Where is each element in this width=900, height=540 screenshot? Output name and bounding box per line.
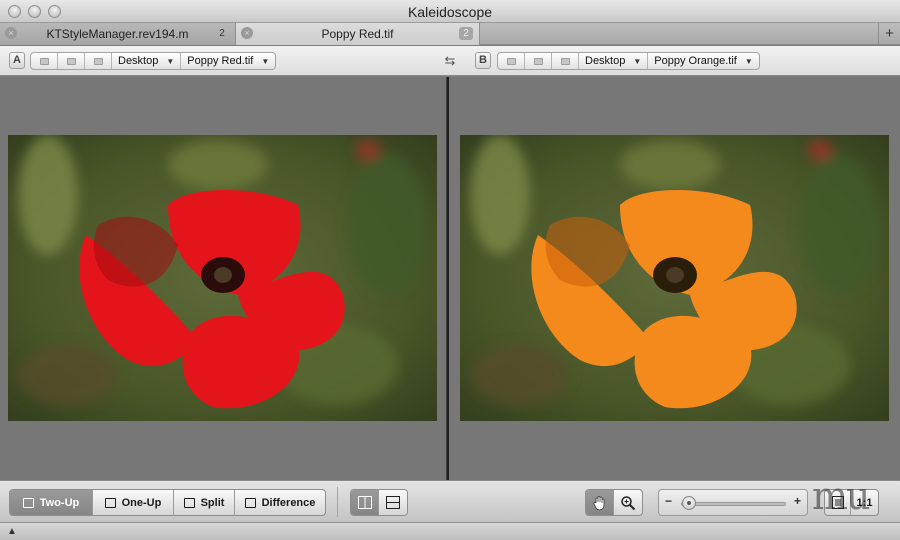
toolbar-separator — [337, 487, 338, 517]
breadcrumb-folder-icon[interactable] — [85, 53, 112, 69]
watermark-logo: mu — [812, 474, 870, 518]
right-image — [460, 135, 889, 421]
button-label: One-Up — [121, 496, 162, 509]
breadcrumb-folder-icon[interactable] — [58, 53, 85, 69]
split-icon — [183, 497, 195, 508]
left-image-pane[interactable] — [0, 77, 446, 480]
difference-button[interactable]: Difference — [235, 490, 325, 515]
status-bar: ▲ — [0, 522, 900, 540]
breadcrumb-label: Desktop — [118, 55, 159, 67]
tab-bar: × KTStyleManager.rev194.m 2 × Poppy Red.… — [0, 23, 900, 45]
breadcrumb-folder-icon[interactable] — [498, 53, 525, 69]
zoom-out-icon[interactable]: − — [665, 494, 672, 508]
two-up-icon — [22, 497, 34, 508]
tab-count-badge: 2 — [459, 27, 473, 40]
difference-icon — [244, 497, 256, 508]
tool-segmented-control — [585, 489, 643, 516]
zoom-slider-control: − + — [658, 489, 808, 516]
side-a-label: A — [9, 52, 25, 69]
add-tab-button[interactable]: + — [878, 23, 900, 45]
layout-segmented-control — [350, 489, 408, 516]
zoom-slider-knob[interactable] — [682, 496, 697, 510]
swap-sides-icon[interactable]: ⇆ — [440, 53, 460, 69]
breadcrumb-folder-icon[interactable] — [525, 53, 552, 69]
stacked-icon — [386, 496, 400, 509]
breadcrumb-folder-icon[interactable] — [31, 53, 58, 69]
path-bar: A Desktop ▼ Poppy Red.tif ▼ ⇆ B Desktop ▼ P… — [0, 46, 900, 76]
tab-count-badge: 2 — [219, 28, 225, 39]
tab-label: Poppy Red.tif — [321, 27, 394, 41]
tab-poppy-red[interactable]: × Poppy Red.tif 2 — [236, 23, 480, 45]
right-image-pane[interactable] — [449, 77, 900, 480]
popup-arrow-icon: ▼ — [261, 56, 270, 66]
zoom-in-icon[interactable]: + — [794, 494, 801, 508]
zoom-tool-button[interactable] — [614, 490, 642, 515]
left-image — [8, 135, 437, 421]
expand-arrow-icon[interactable]: ▲ — [7, 526, 17, 537]
button-label: Difference — [261, 496, 316, 509]
popup-arrow-icon: ▼ — [633, 56, 642, 66]
breadcrumb-label: Poppy Orange.tif — [654, 55, 737, 67]
split-button[interactable]: Split — [174, 490, 235, 515]
stacked-layout-button[interactable] — [379, 490, 407, 515]
one-up-icon — [104, 497, 116, 508]
left-breadcrumb: Desktop ▼ Poppy Red.tif ▼ — [30, 52, 277, 70]
side-by-side-icon — [357, 496, 372, 509]
side-b-label: B — [475, 52, 491, 69]
popup-arrow-icon: ▼ — [744, 56, 753, 66]
popup-arrow-icon: ▼ — [166, 56, 175, 66]
right-breadcrumb: Desktop ▼ Poppy Orange.tif ▼ — [497, 52, 760, 70]
button-label: Two-Up — [39, 496, 80, 509]
title-bar: Kaleidoscope — [0, 0, 900, 23]
breadcrumb-file[interactable]: Poppy Red.tif ▼ — [181, 53, 275, 69]
breadcrumb-folder-icon[interactable] — [552, 53, 579, 69]
view-mode-segmented-control: Two-Up One-Up Split Difference — [9, 489, 326, 516]
side-by-side-layout-button[interactable] — [351, 490, 379, 515]
breadcrumb-desktop[interactable]: Desktop ▼ — [579, 53, 649, 69]
button-label: Split — [200, 496, 225, 509]
two-up-button[interactable]: Two-Up — [10, 490, 93, 515]
magnifier-icon — [621, 495, 636, 510]
breadcrumb-label: Poppy Red.tif — [187, 55, 254, 67]
breadcrumb-desktop[interactable]: Desktop ▼ — [112, 53, 182, 69]
app-window: Kaleidoscope × KTStyleManager.rev194.m 2… — [0, 0, 900, 540]
window-title: Kaleidoscope — [407, 4, 493, 20]
hand-icon — [593, 495, 604, 510]
tab-label: KTStyleManager.rev194.m — [46, 27, 189, 41]
breadcrumb-label: Desktop — [585, 55, 626, 67]
bottom-toolbar: Two-Up One-Up Split Difference − + 1:1 — [0, 480, 900, 522]
tab-ktstylemanager[interactable]: × KTStyleManager.rev194.m 2 — [0, 23, 236, 45]
hand-tool-button[interactable] — [586, 490, 614, 515]
zoom-slider-track[interactable] — [681, 502, 786, 506]
breadcrumb-file[interactable]: Poppy Orange.tif ▼ — [648, 53, 758, 69]
one-up-button[interactable]: One-Up — [93, 490, 174, 515]
